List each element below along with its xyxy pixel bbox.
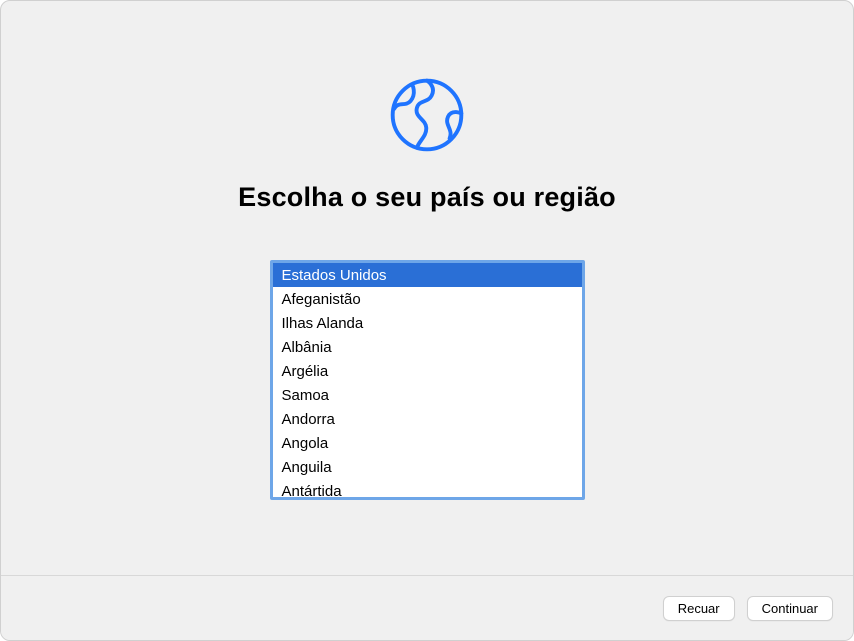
globe-icon — [388, 76, 466, 154]
country-option[interactable]: Estados Unidos — [273, 263, 582, 287]
country-option[interactable]: Samoa — [273, 383, 582, 407]
country-listbox-frame: Estados UnidosAfeganistãoIlhas AlandaAlb… — [270, 260, 585, 500]
country-listbox[interactable]: Estados UnidosAfeganistãoIlhas AlandaAlb… — [273, 263, 582, 497]
setup-assistant-window: Escolha o seu país ou região Estados Uni… — [0, 0, 854, 641]
country-option[interactable]: Argélia — [273, 359, 582, 383]
country-option[interactable]: Antártida — [273, 479, 582, 497]
footer-bar: Recuar Continuar — [1, 575, 853, 640]
country-option[interactable]: Afeganistão — [273, 287, 582, 311]
country-option[interactable]: Angola — [273, 431, 582, 455]
country-option[interactable]: Andorra — [273, 407, 582, 431]
content-area: Escolha o seu país ou região Estados Uni… — [1, 1, 853, 575]
country-option[interactable]: Albânia — [273, 335, 582, 359]
country-option[interactable]: Ilhas Alanda — [273, 311, 582, 335]
back-button[interactable]: Recuar — [663, 596, 735, 621]
country-option[interactable]: Anguila — [273, 455, 582, 479]
continue-button[interactable]: Continuar — [747, 596, 833, 621]
page-title: Escolha o seu país ou região — [238, 182, 616, 213]
